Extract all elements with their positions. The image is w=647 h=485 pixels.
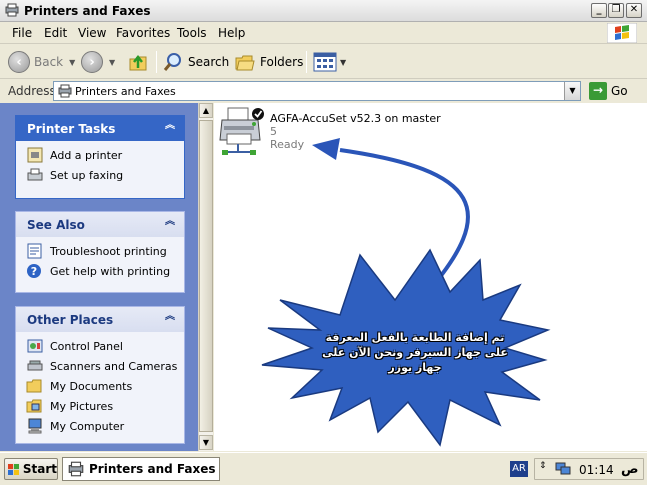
system-tray: ⇕ 01:14 ص — [534, 458, 644, 480]
printer-folder-icon — [68, 461, 84, 477]
start-button[interactable]: Start — [4, 458, 58, 480]
annotation-overlay — [261, 138, 551, 447]
annotation-line-3: جهاز يوزر — [388, 361, 442, 374]
callout-arrow — [312, 138, 470, 297]
language-indicator[interactable]: AR — [510, 461, 528, 477]
clock[interactable]: 01:14 — [579, 463, 614, 477]
taskbar-item-printers[interactable]: Printers and Faxes — [62, 457, 220, 481]
annotation-text: تم إضافة الطابعة بالفعل المعرفة على جهاز… — [310, 330, 520, 375]
annotation-line-2: على جهاز السيرفر ونحن الآن على — [322, 346, 508, 359]
windows-flag-icon — [8, 463, 20, 475]
network-icon[interactable] — [555, 462, 571, 476]
taskbar-item-label: Printers and Faxes — [89, 462, 216, 476]
clock-ampm: ص — [621, 462, 639, 477]
annotation-line-1: تم إضافة الطابعة بالفعل المعرفة — [325, 331, 505, 344]
taskbar: Start Printers and Faxes AR ⇕ 01:14 ص — [0, 452, 647, 485]
tray-expand-icon[interactable]: ⇕ — [539, 461, 547, 471]
start-label: Start — [22, 462, 57, 476]
